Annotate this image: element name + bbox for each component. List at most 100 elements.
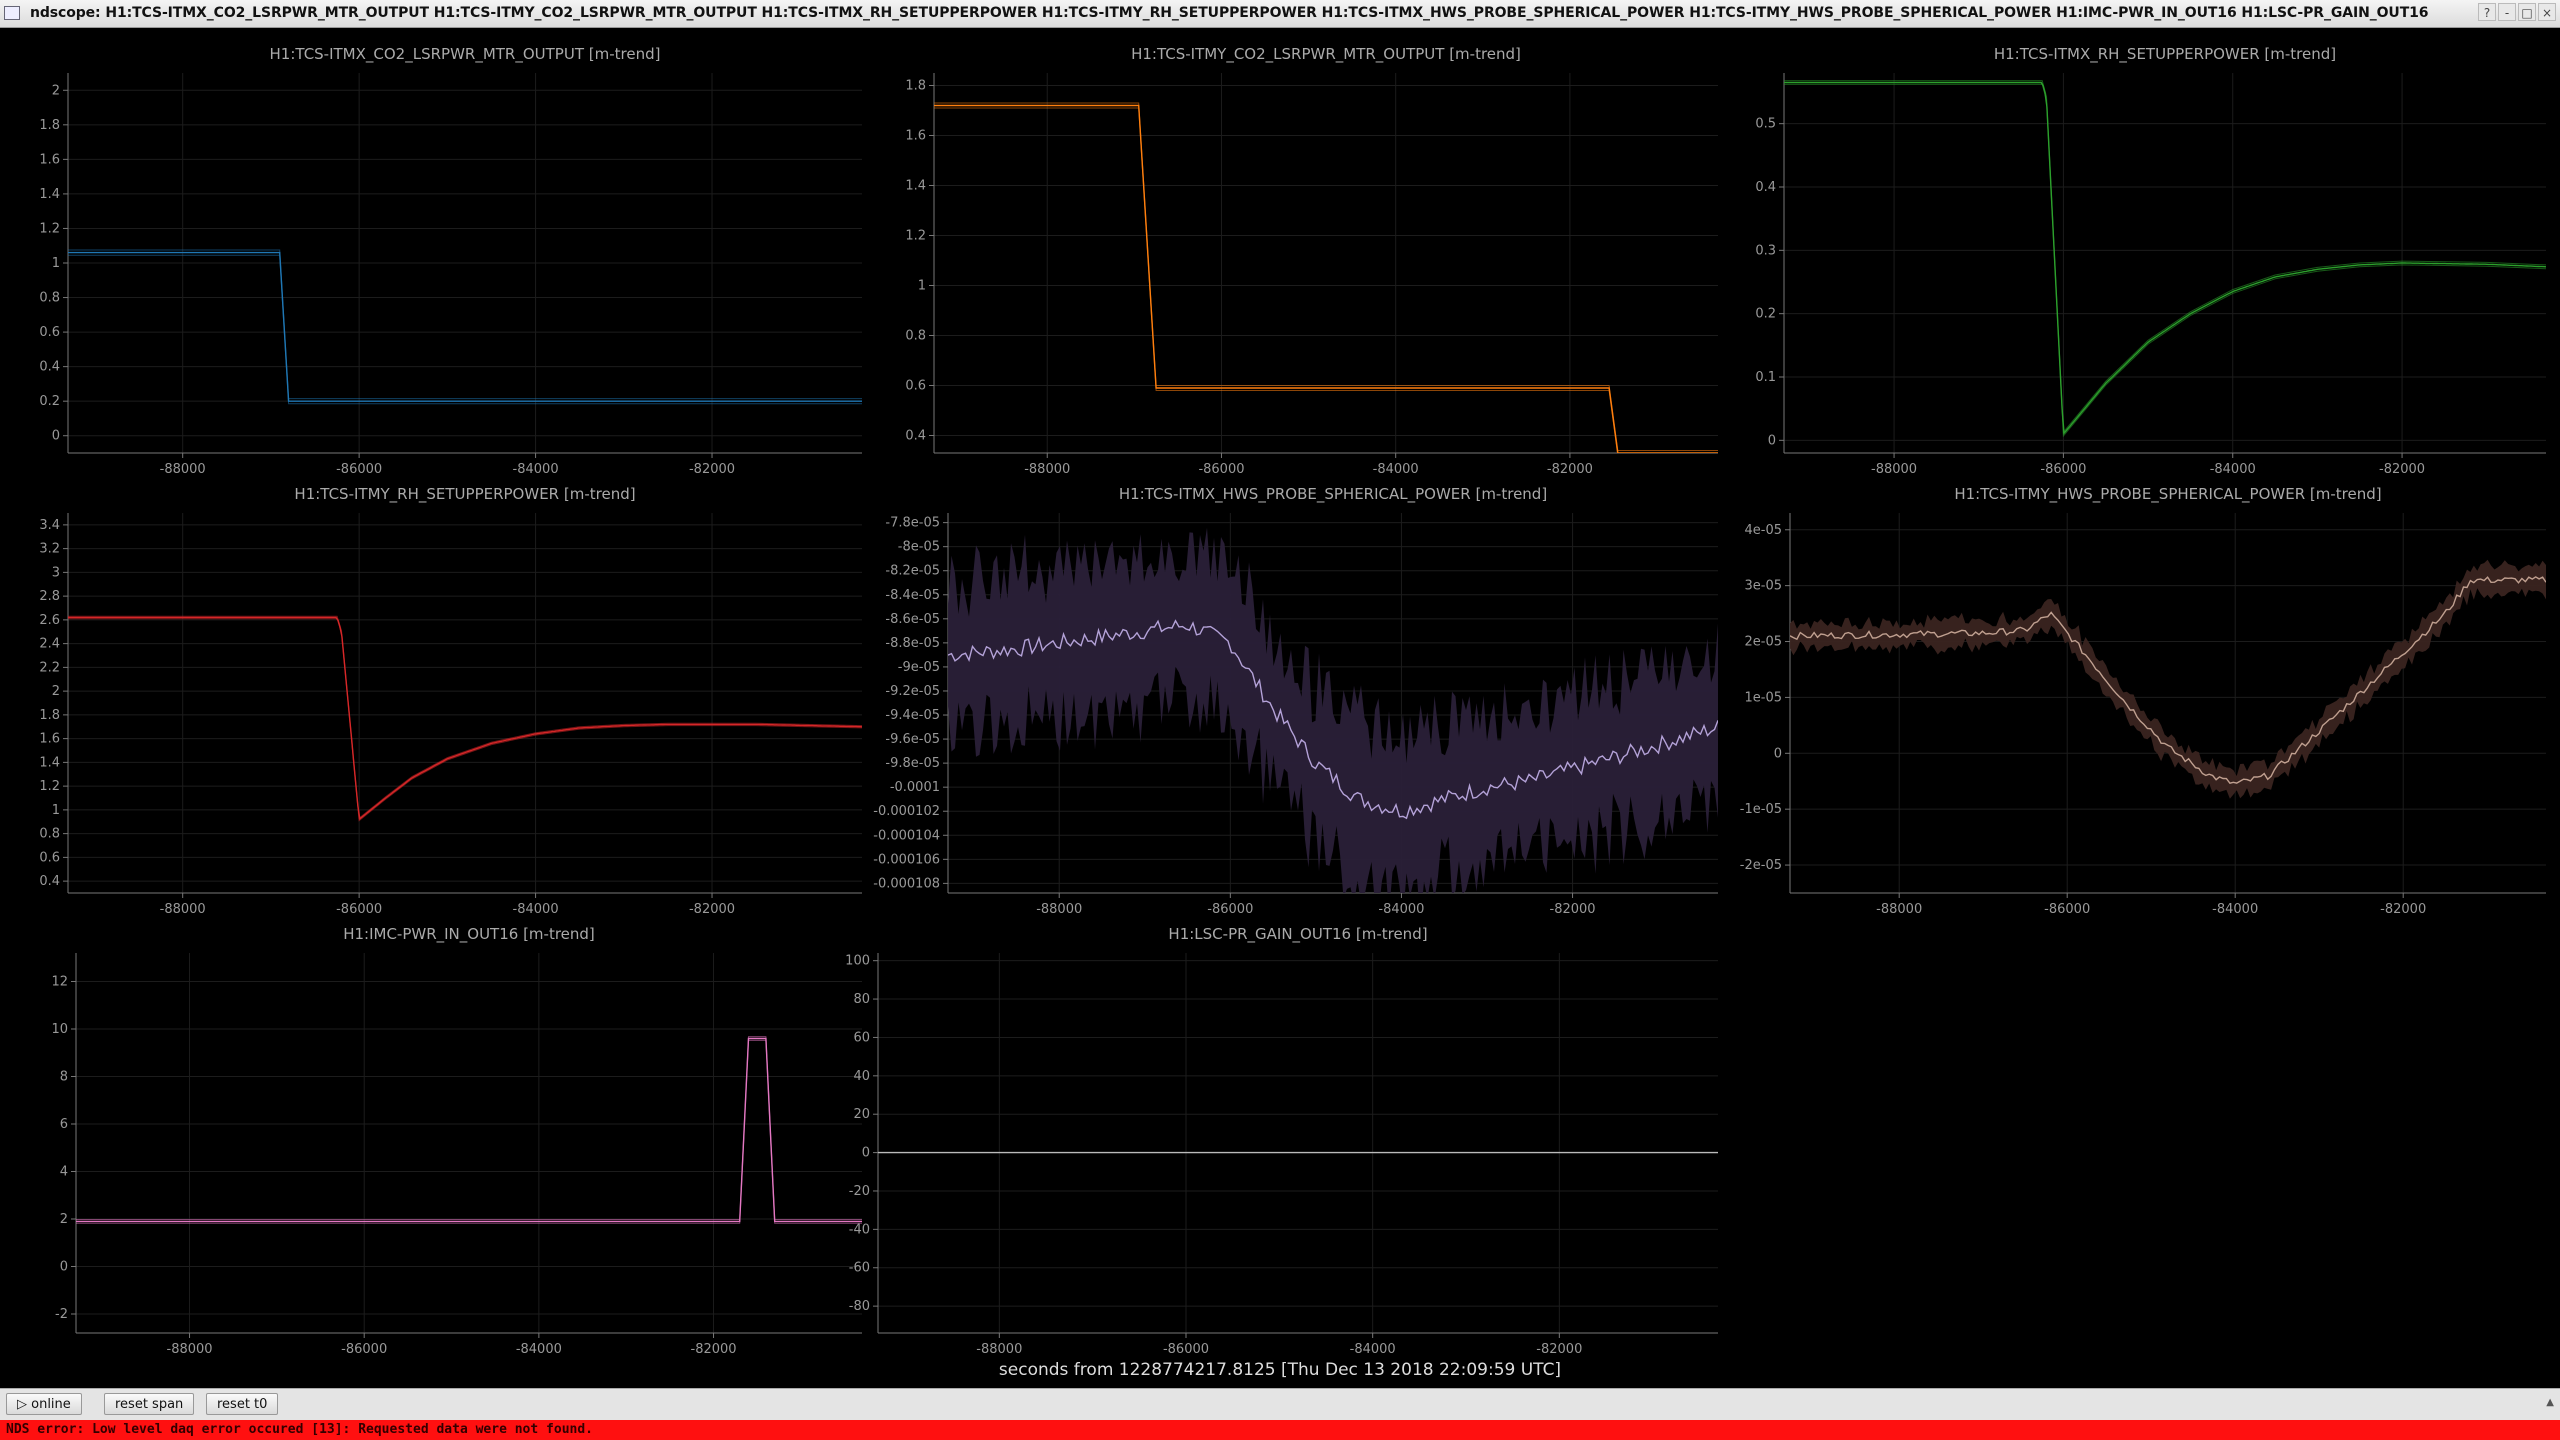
series-line [1784,81,2546,435]
chart-panel-8[interactable]: H1:LSC-PR_GAIN_OUT16 [m-trend] -80 -60 -40 -… [845,925,1718,1357]
y-tick-label: 1.8 [905,79,926,94]
x-tick-label: -84000 [1378,902,1424,917]
y-tick-label: 0.6 [905,379,926,394]
y-tick-label: 2 [52,83,60,98]
chart-title: H1:IMC-PWR_IN_OUT16 [m-trend] [343,925,595,944]
x-tick-label: -88000 [1876,902,1922,917]
series-envelope-line [1784,80,2546,434]
plot-grid[interactable]: H1:TCS-ITMX_CO2_LSRPWR_MTR_OUTPUT [m-tre… [0,28,2560,1360]
y-tick-label: 100 [845,954,870,969]
y-tick-label: 1.8 [39,708,60,723]
x-tick-label: -88000 [1024,462,1070,477]
x-axis-caption: seconds from 1228774217.8125 [Thu Dec 13… [998,1360,1562,1380]
y-tick-label: 0 [862,1146,870,1161]
y-tick-label: 0.4 [39,874,60,889]
window-controls: ? - □ × [2478,3,2556,21]
online-button[interactable]: ▷ online [6,1393,82,1415]
y-tick-label: 1.6 [905,129,926,144]
series-line [68,616,862,821]
x-tick-label: -84000 [513,902,559,917]
chart-panel-7[interactable]: H1:IMC-PWR_IN_OUT16 [m-trend] -2 0 2 4 6 8 10 12… [51,925,862,1357]
y-tick-label: -8.6e-05 [885,612,940,627]
y-tick-label: -0.0001 [890,780,940,795]
y-tick-label: 1.6 [39,732,60,747]
chart-panel-2[interactable]: H1:TCS-ITMY_CO2_LSRPWR_MTR_OUTPUT [m-tre… [905,45,1718,477]
y-tick-label: 10 [51,1022,68,1037]
series-envelope-line [68,249,862,400]
x-tick-label: -84000 [2212,902,2258,917]
x-tick-label: -86000 [336,462,382,477]
y-tick-label: 2e-05 [1744,635,1782,650]
x-tick-label: -82000 [689,462,735,477]
y-tick-label: 2 [52,684,60,699]
y-tick-label: 1.4 [39,755,60,770]
y-tick-label: 0.2 [1755,307,1776,322]
x-tick-label: -82000 [1550,902,1596,917]
chart-panel-1[interactable]: H1:TCS-ITMX_CO2_LSRPWR_MTR_OUTPUT [m-tre… [39,45,862,477]
minimize-button[interactable]: - [2498,3,2516,21]
y-tick-label: 2 [60,1212,68,1227]
y-tick-label: 0.8 [39,291,60,306]
series-group [1790,559,2546,799]
y-tick-label: -9e-05 [898,660,940,675]
x-tick-label: -88000 [160,902,206,917]
x-tick-label: -84000 [513,462,559,477]
app-icon [4,6,20,20]
y-tick-label: 8 [60,1070,68,1085]
reset-span-button[interactable]: reset span [104,1393,195,1415]
error-status: NDS error: Low level daq error occured [… [0,1420,2560,1440]
y-tick-label: 0.4 [39,360,60,375]
chart-title: H1:TCS-ITMY_CO2_LSRPWR_MTR_OUTPUT [m-tre… [1131,45,1521,64]
y-tick-label: 1e-05 [1744,690,1782,705]
chart-title: H1:LSC-PR_GAIN_OUT16 [m-trend] [1168,925,1427,944]
y-tick-label: 2.2 [39,660,60,675]
window-title: ndscope: H1:TCS-ITMX_CO2_LSRPWR_MTR_OUTP… [30,5,2429,21]
chart-panel-5[interactable]: H1:TCS-ITMX_HWS_PROBE_SPHERICAL_POWER [m… [873,485,1718,920]
x-tick-label: -86000 [2044,902,2090,917]
x-tick-label: -84000 [516,1342,562,1357]
y-tick-label: 12 [51,975,68,990]
x-tick-label: -82000 [689,902,735,917]
resize-grip-icon[interactable]: ▲ [2546,1397,2554,1408]
y-tick-label: 2.6 [39,613,60,628]
maximize-button[interactable]: □ [2518,3,2536,21]
reset-t0-button[interactable]: reset t0 [206,1393,279,1415]
y-tick-label: 0.2 [39,394,60,409]
close-button[interactable]: × [2538,3,2556,21]
y-tick-label: -7.8e-05 [885,516,940,531]
x-tick-label: -84000 [1350,1342,1396,1357]
x-tick-label: -88000 [160,462,206,477]
y-tick-label: -2 [55,1307,68,1322]
y-tick-label: -0.000106 [873,852,940,867]
series-group [68,249,862,405]
help-button[interactable]: ? [2478,3,2496,21]
y-tick-label: 0.4 [1755,180,1776,195]
x-tick-label: -86000 [336,902,382,917]
chart-title: H1:TCS-ITMX_CO2_LSRPWR_MTR_OUTPUT [m-tre… [270,45,661,64]
chart-panel-3[interactable]: H1:TCS-ITMX_RH_SETUPPERPOWER [m-trend] 0 0… [1755,45,2546,477]
y-tick-label: 40 [853,1069,870,1084]
y-tick-label: -80 [849,1299,870,1314]
y-tick-label: 3.4 [39,518,60,533]
control-bar: ▷ online reset span reset t0 ▲ [0,1388,2560,1420]
y-tick-label: 4e-05 [1744,523,1782,538]
x-tick-label: -86000 [1207,902,1253,917]
y-tick-label: 0.6 [39,325,60,340]
y-tick-label: 1.8 [39,118,60,133]
y-tick-label: 0.4 [905,429,926,444]
chart-panel-4[interactable]: H1:TCS-ITMY_RH_SETUPPERPOWER [m-trend] 0.… [39,485,862,917]
y-tick-label: -8.4e-05 [885,588,940,603]
y-tick-label: 20 [853,1107,870,1122]
y-tick-label: 3 [52,565,60,580]
chart-panel-6[interactable]: H1:TCS-ITMY_HWS_PROBE_SPHERICAL_POWER [m… [1740,485,2546,917]
series-envelope-line [68,615,862,820]
y-tick-label: -0.000102 [873,804,940,819]
y-tick-label: 3e-05 [1744,579,1782,594]
y-tick-label: -1e-05 [1740,802,1782,817]
window-titlebar[interactable]: ndscope: H1:TCS-ITMX_CO2_LSRPWR_MTR_OUTP… [0,0,2560,28]
y-tick-label: 0 [1774,746,1782,761]
series-line [76,1037,862,1223]
x-tick-label: -82000 [691,1342,737,1357]
x-tick-label: -86000 [1198,462,1244,477]
x-tick-label: -88000 [1871,462,1917,477]
